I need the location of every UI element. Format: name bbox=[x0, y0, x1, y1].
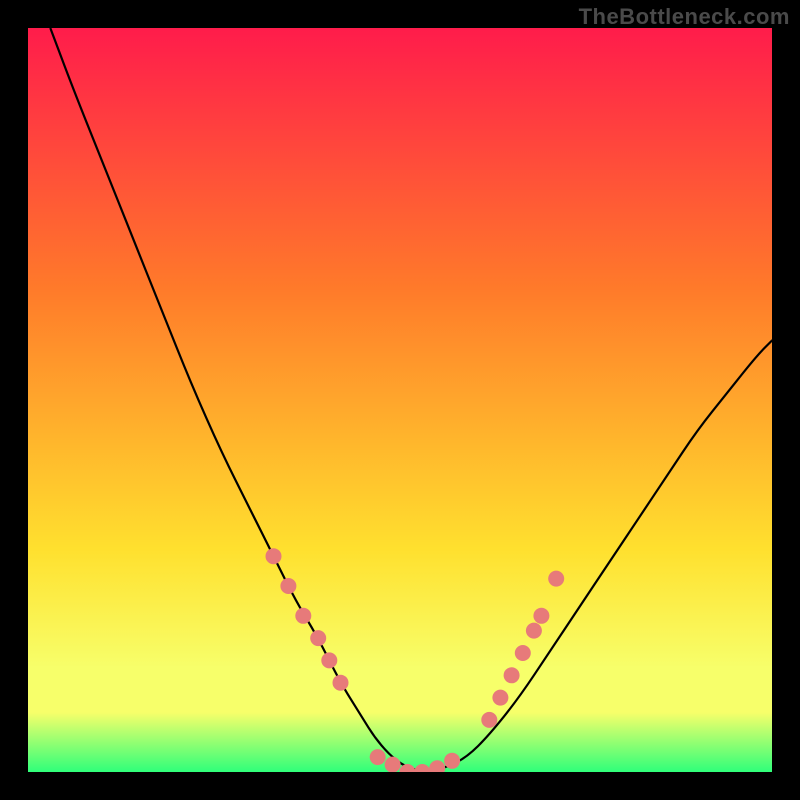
curve-marker bbox=[504, 667, 520, 683]
curve-marker bbox=[385, 757, 401, 772]
plot-area bbox=[28, 28, 772, 772]
curve-marker bbox=[515, 645, 531, 661]
curve-marker bbox=[533, 608, 549, 624]
curve-marker bbox=[295, 608, 311, 624]
curve-marker bbox=[526, 623, 542, 639]
curve-marker bbox=[266, 548, 282, 564]
curve-marker bbox=[333, 675, 349, 691]
gradient-background bbox=[28, 28, 772, 772]
curve-marker bbox=[321, 652, 337, 668]
curve-marker bbox=[370, 749, 386, 765]
chart-svg bbox=[28, 28, 772, 772]
curve-marker bbox=[548, 571, 564, 587]
chart-frame: TheBottleneck.com bbox=[0, 0, 800, 800]
watermark-text: TheBottleneck.com bbox=[579, 4, 790, 30]
curve-marker bbox=[481, 712, 497, 728]
curve-marker bbox=[280, 578, 296, 594]
curve-marker bbox=[492, 690, 508, 706]
curve-marker bbox=[444, 753, 460, 769]
curve-marker bbox=[310, 630, 326, 646]
